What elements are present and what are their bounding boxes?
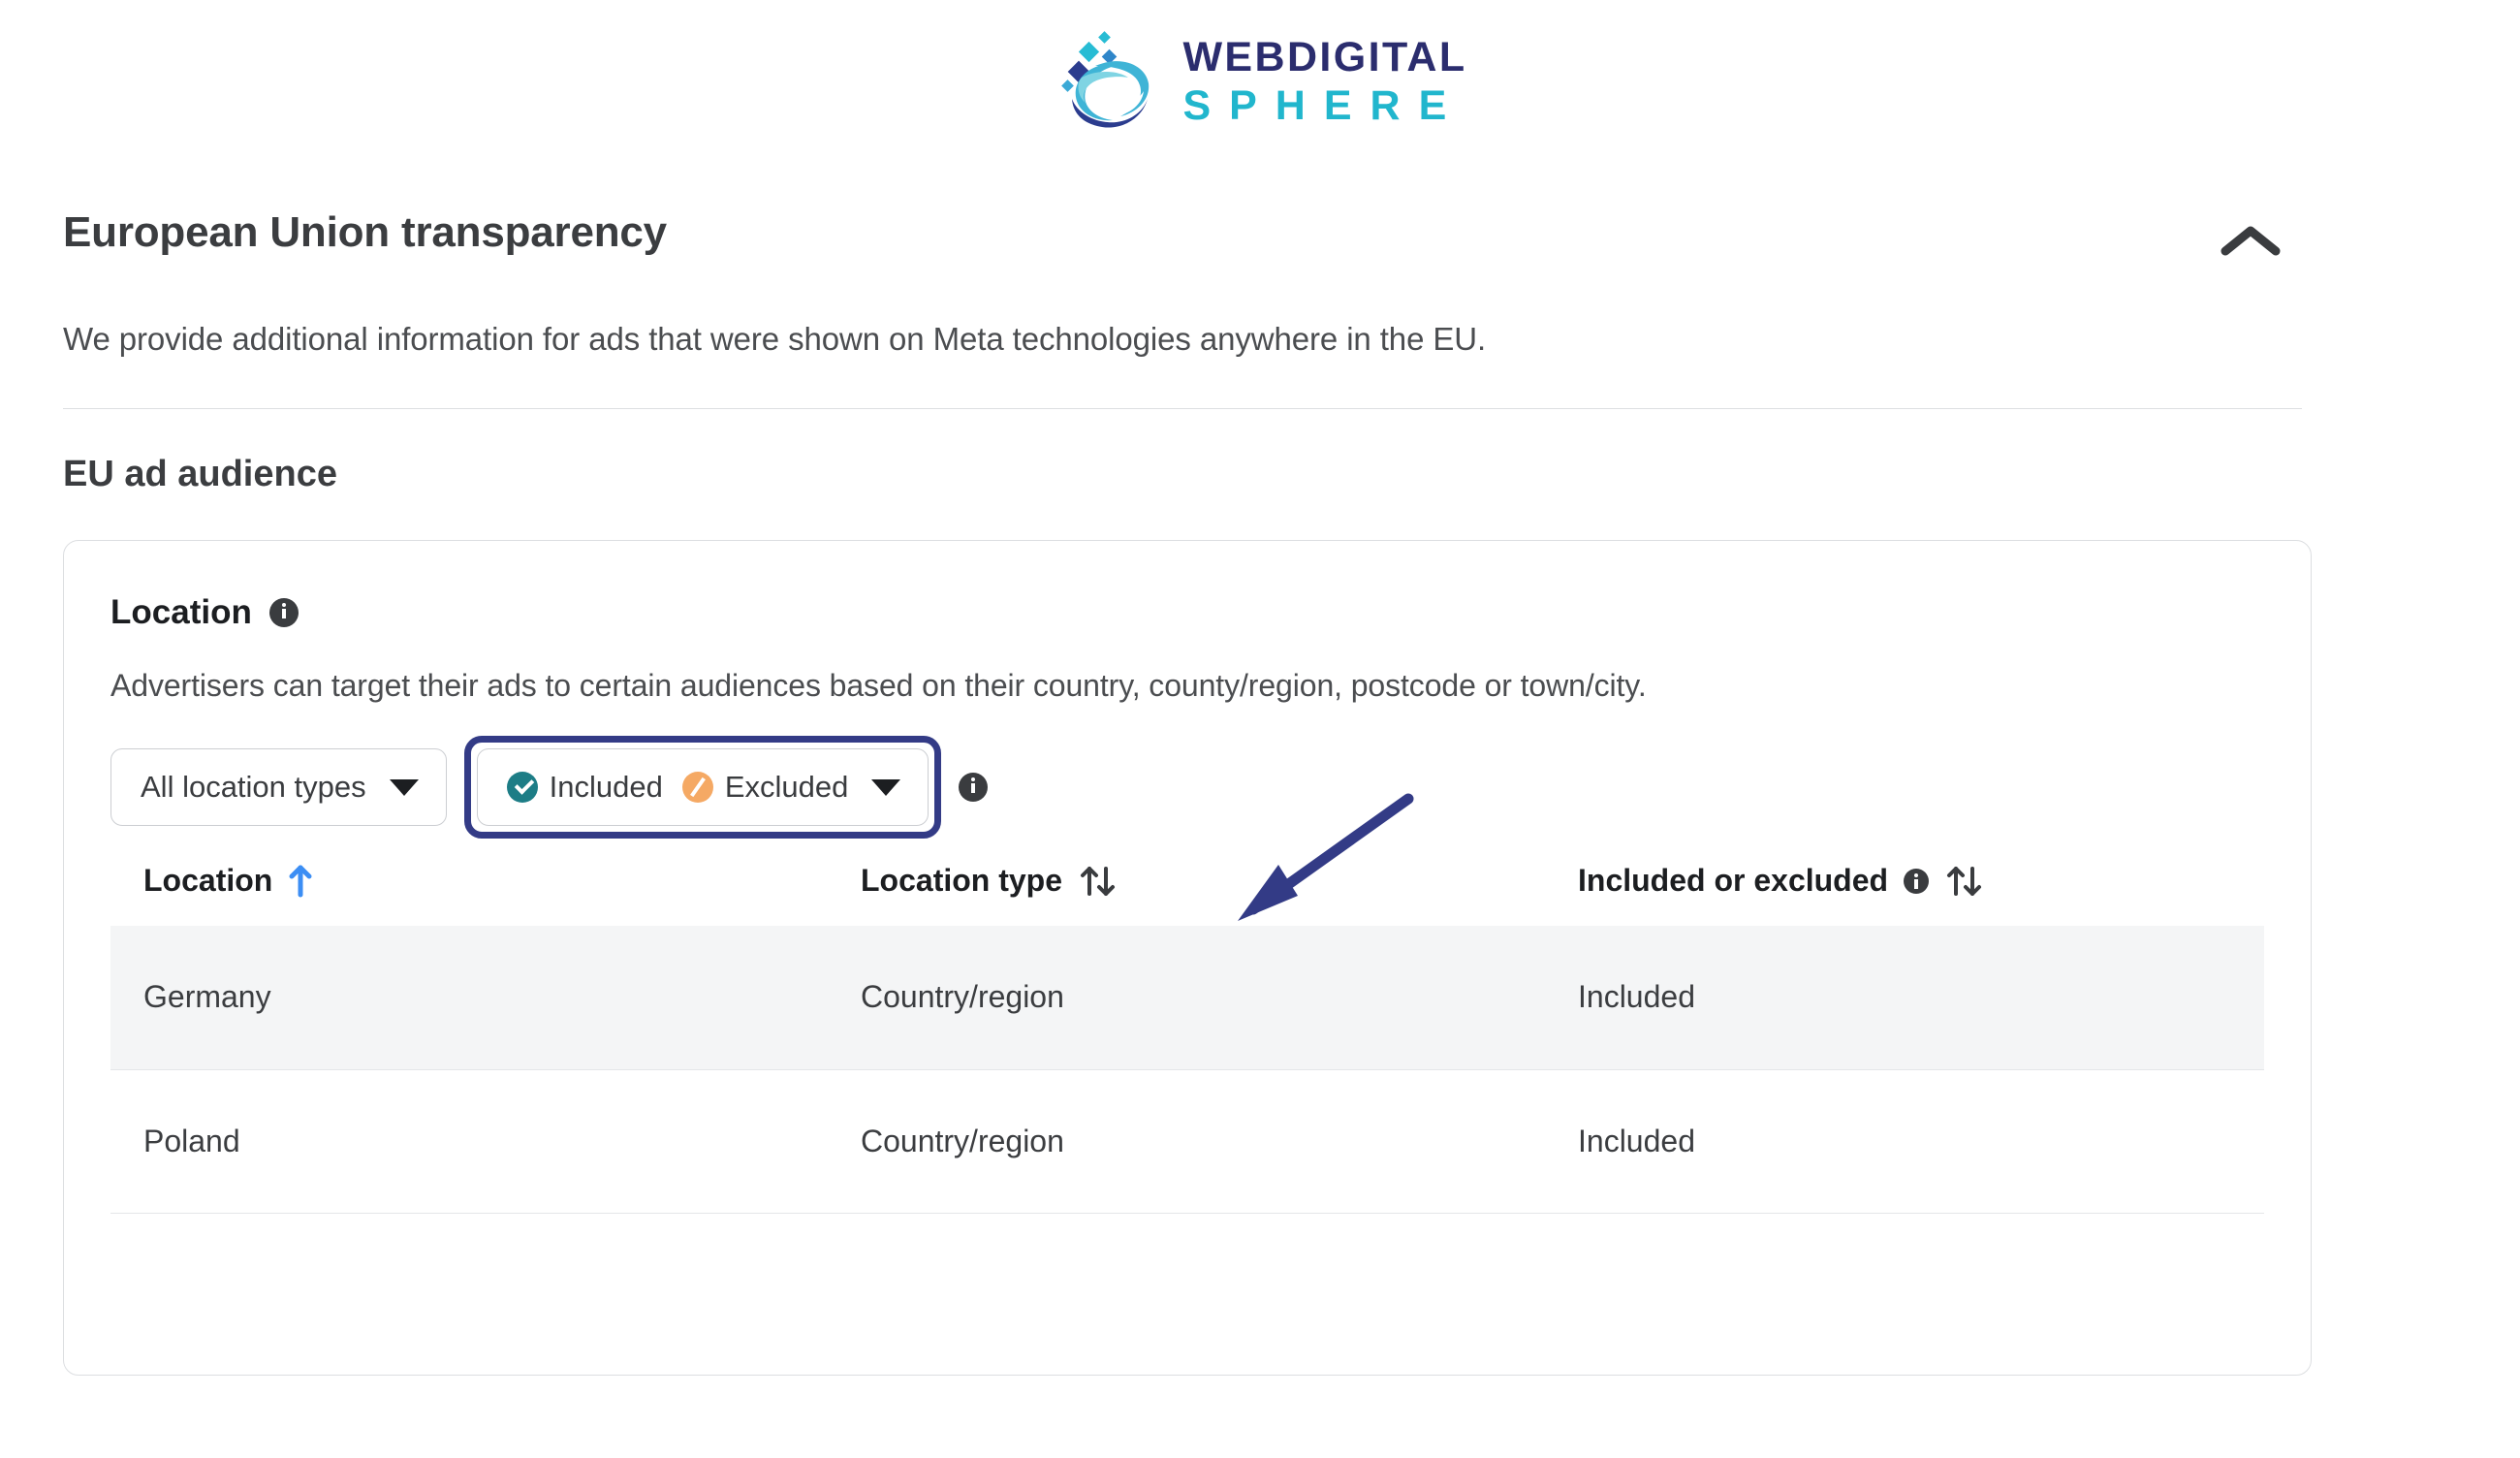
site-header: WEBDIGITAL SPHERE <box>0 0 2520 163</box>
location-card-description: Advertisers can target their ads to cert… <box>110 668 1647 703</box>
section-divider <box>63 408 2302 409</box>
section-description: We provide additional information for ad… <box>63 321 1487 357</box>
eu-transparency-header: European Union transparency <box>63 163 2457 267</box>
chevron-up-icon <box>2221 226 2281 256</box>
sort-ascending-icon <box>289 865 312 897</box>
included-pill: Included <box>506 770 663 805</box>
column-header-location-type-label: Location type <box>861 863 1063 898</box>
cell-location: Poland <box>110 1069 828 1214</box>
inclusion-dropdown[interactable]: Included Excluded <box>476 748 929 826</box>
included-label: Included <box>549 770 663 804</box>
sort-both-icon <box>1947 866 1982 896</box>
location-card: Location Advertisers can target their ad… <box>63 540 2312 1376</box>
cell-location-type: Country/region <box>828 926 1545 1070</box>
globe-swoosh-logo-icon <box>1061 31 1150 128</box>
location-table: Location Location type Included or exclu… <box>110 863 2264 1214</box>
slash-circle-icon <box>681 772 713 803</box>
cell-location: Germany <box>110 926 828 1070</box>
table-row: Poland Country/region Included <box>110 1069 2264 1214</box>
table-row: Germany Country/region Included <box>110 926 2264 1070</box>
cell-location-type: Country/region <box>828 1069 1545 1214</box>
cell-status: Included <box>1545 926 2264 1070</box>
location-type-dropdown[interactable]: All location types <box>110 748 447 826</box>
brand-name-bottom: SPHERE <box>1182 81 1465 129</box>
column-header-included-excluded-label: Included or excluded <box>1578 863 1889 898</box>
info-icon[interactable] <box>268 598 299 627</box>
page-root: WEBDIGITAL SPHERE European Union transpa… <box>0 0 2520 1458</box>
content-area: European Union transparency We provide a… <box>0 163 2520 1376</box>
brand-logo[interactable]: WEBDIGITAL SPHERE <box>1053 27 1466 136</box>
location-filters: All location types Included Excluded <box>110 736 2264 839</box>
column-header-location-type[interactable]: Location type <box>828 863 1545 926</box>
location-table-head: Location Location type Included or exclu… <box>110 863 2264 926</box>
location-type-dropdown-label: All location types <box>141 770 366 804</box>
check-circle-icon <box>506 772 538 803</box>
subsection-title: EU ad audience <box>63 454 337 494</box>
excluded-pill: Excluded <box>681 770 849 805</box>
location-card-header: Location <box>110 593 2264 632</box>
chevron-down-icon <box>871 778 901 796</box>
page-title: European Union transparency <box>63 208 667 256</box>
brand-name-top: WEBDIGITAL <box>1182 33 1467 80</box>
location-card-title: Location <box>110 593 252 631</box>
included-excluded-info-icon[interactable] <box>1904 868 1930 894</box>
column-header-location[interactable]: Location <box>110 863 828 926</box>
inclusion-dropdown-highlight: Included Excluded <box>463 736 942 839</box>
column-header-location-label: Location <box>143 863 273 898</box>
column-header-included-excluded[interactable]: Included or excluded <box>1545 863 2264 926</box>
table-header-row: Location Location type Included or exclu… <box>110 863 2264 926</box>
chevron-down-icon <box>389 778 419 796</box>
inclusion-info-icon[interactable] <box>959 773 989 802</box>
brand-wordmark: WEBDIGITAL SPHERE <box>1182 33 1467 129</box>
sort-both-icon <box>1081 866 1116 896</box>
collapse-section-button[interactable] <box>2217 214 2284 267</box>
location-table-body: Germany Country/region Included Poland C… <box>110 926 2264 1214</box>
excluded-label: Excluded <box>724 770 849 804</box>
cell-status: Included <box>1545 1069 2264 1214</box>
